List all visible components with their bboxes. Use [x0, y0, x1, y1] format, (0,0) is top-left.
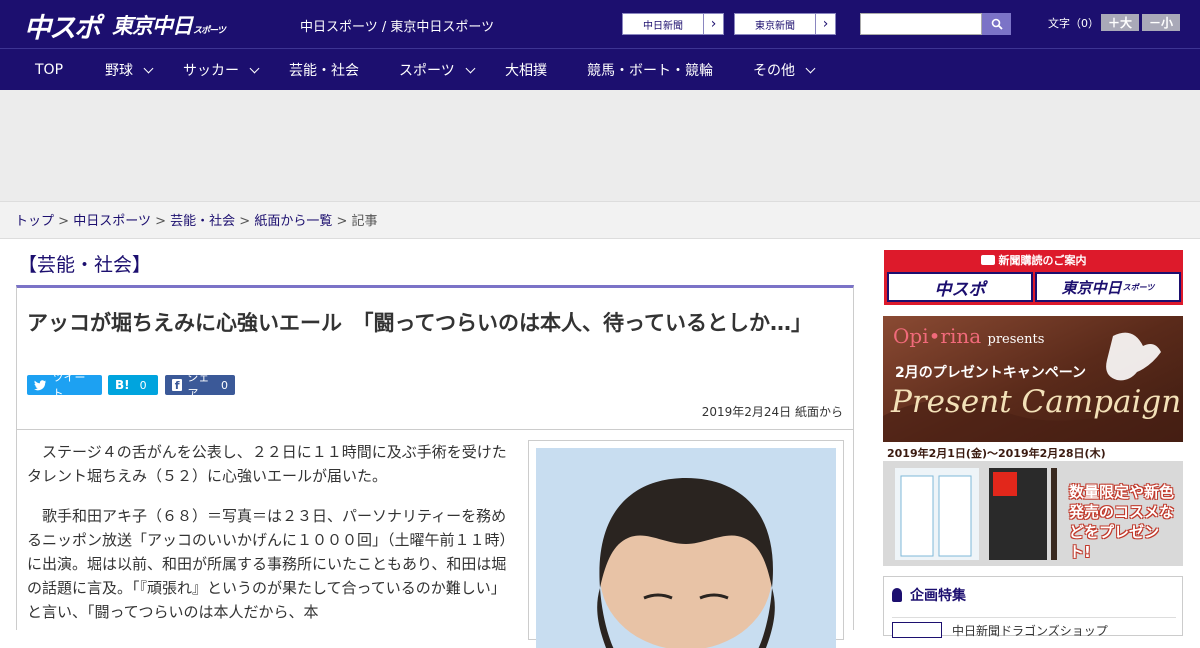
nav-label: 大相撲 — [505, 63, 547, 79]
chevron-down-icon — [805, 63, 816, 73]
article-photo[interactable] — [536, 448, 836, 648]
ad-big-heading: Present Campaign — [891, 384, 1182, 420]
nav-label: 野球 — [105, 63, 133, 79]
breadcrumb-separator: > — [155, 214, 166, 229]
hatena-label: B! — [115, 378, 130, 392]
breadcrumb-top[interactable]: トップ — [15, 214, 54, 229]
feature-heading: 企画特集 — [892, 585, 966, 605]
hatena-count: 0 — [139, 378, 147, 392]
chunichi-shimbun-link[interactable]: 中日新聞 › — [622, 13, 724, 35]
facebook-share-count: 0 — [221, 378, 228, 392]
tokyo-chunichi-logo-suffix: スポーツ — [193, 26, 226, 36]
breadcrumb-separator: > — [58, 214, 70, 229]
top-header: 中スポ 東京中日スポーツ 中日スポーツ / 東京中日スポーツ 中日新聞 › 東京… — [0, 0, 1200, 48]
site-title[interactable]: 中日スポーツ / 東京中日スポーツ — [300, 16, 494, 35]
nav-label: その他 — [753, 63, 795, 79]
breadcrumb-separator: > — [336, 214, 348, 229]
tweet-button[interactable]: ツイート — [27, 371, 102, 400]
ad-brand-name: Opi•rina — [893, 324, 982, 348]
ad-offer: 数量限定や新色発売のコスメなどをプレゼント! — [1069, 483, 1175, 561]
breadcrumb-separator: > — [239, 214, 251, 229]
feature-item[interactable]: 中日新聞ドラゴンズショップ — [892, 617, 1176, 638]
article-date: 2019年2月24日 紙面から — [701, 405, 843, 419]
chevron-right-icon: › — [815, 14, 835, 34]
font-size-label: 文字（0） — [1048, 17, 1099, 30]
subscription-heading-text: 新聞購読のご案内 — [998, 254, 1087, 267]
feature-heading-text: 企画特集 — [910, 588, 966, 604]
facebook-icon: f — [172, 379, 183, 392]
chevron-down-icon — [465, 63, 476, 73]
chunichi-sports-logo[interactable]: 中スポ — [24, 6, 101, 45]
search-button[interactable] — [982, 13, 1011, 35]
nav-item-top[interactable]: TOP — [35, 49, 63, 91]
breadcrumb-entertainment[interactable]: 芸能・社会 — [170, 214, 235, 229]
newspaper-icon — [980, 255, 995, 265]
tokyo-shimbun-label: 東京新聞 — [755, 20, 795, 32]
article-paragraph: 歌手和田アキ子（６８）＝写真＝は２３日、パーソナリティーを務めるニッポン放送「ア… — [27, 507, 508, 621]
tokyo-shimbun-link[interactable]: 東京新聞 › — [734, 13, 836, 35]
portrait-illustration — [536, 448, 836, 648]
nav-label: 競馬・ボート・競輪 — [587, 63, 713, 79]
breadcrumb-print-list[interactable]: 紙面から一覧 — [254, 214, 332, 229]
chevron-down-icon — [143, 63, 154, 73]
article-paragraph: ステージ４の舌がんを公表し、２２日に１１時間に及ぶ手術を受けたタレント堀ちえみ（… — [27, 443, 507, 485]
subscribe-tokyo-label: 東京中日 — [1061, 278, 1122, 297]
feature-item-label: 中日新聞ドラゴンズショップ — [952, 624, 1108, 638]
hatena-bookmark-button[interactable]: B! 0 — [108, 375, 158, 395]
ad-campaign-title: 2月のプレゼントキャンペーン — [895, 365, 1087, 381]
nav-item-sumo[interactable]: 大相撲 — [505, 49, 547, 91]
main-nav: TOP 野球 サッカー 芸能・社会 スポーツ 大相撲 競馬・ボート・競輪 その他 — [0, 48, 1200, 90]
search-icon — [991, 18, 1003, 30]
facebook-share-label: シェア — [187, 371, 210, 400]
nav-item-sports[interactable]: スポーツ — [399, 49, 476, 91]
breadcrumb: トップ > 中日スポーツ > 芸能・社会 > 紙面から一覧 > 記事 — [0, 201, 1200, 239]
ad-presents: presents — [987, 332, 1045, 347]
nav-label: スポーツ — [399, 63, 455, 79]
nav-item-racing[interactable]: 競馬・ボート・競輪 — [587, 49, 713, 91]
ribbon-icon — [892, 588, 902, 602]
article-header: アッコが堀ちえみに心強いエール 「闘ってつらいのは本人、待っているとしか…」 ツ… — [16, 285, 854, 430]
font-smaller-button[interactable]: －小 — [1142, 14, 1180, 31]
present-campaign-ad[interactable]: Opi•rina presents 2月のプレゼントキャンペーン Present… — [883, 316, 1183, 566]
tokyo-chunichi-logo-text: 東京中日 — [112, 14, 193, 38]
article-category: 【芸能・社会】 — [18, 254, 152, 276]
tokyo-chunichi-logo[interactable]: 東京中日スポーツ — [112, 10, 226, 40]
search-input[interactable] — [860, 13, 982, 35]
facebook-share-button[interactable]: f シェア 0 — [165, 371, 235, 400]
ad-banner-area — [0, 90, 1200, 201]
newspaper-subscription-box: 新聞購読のご案内 中スポ 東京中日 スポーツ — [884, 250, 1183, 305]
nav-item-soccer[interactable]: サッカー — [183, 49, 260, 91]
nav-item-entertainment[interactable]: 芸能・社会 — [289, 49, 359, 91]
nav-label: 芸能・社会 — [289, 63, 359, 79]
chevron-down-icon — [249, 63, 260, 73]
breadcrumb-chunichi-sports[interactable]: 中日スポーツ — [73, 214, 151, 229]
ad-brand: Opi•rina presents — [893, 324, 1044, 348]
tweet-label: ツイート — [52, 371, 86, 400]
nav-label: TOP — [35, 62, 64, 78]
subscribe-chunichi-sports-button[interactable]: 中スポ — [887, 272, 1033, 302]
nav-item-other[interactable]: その他 — [753, 49, 816, 91]
article-headline: アッコが堀ちえみに心強いエール 「闘ってつらいのは本人、待っているとしか…」 — [27, 311, 812, 335]
ad-dates: 2019年2月1日(金)〜2019年2月28日(木) — [887, 447, 1106, 460]
feature-section: 企画特集 中日新聞ドラゴンズショップ — [883, 576, 1183, 638]
nav-item-baseball[interactable]: 野球 — [105, 49, 154, 91]
dragons-shop-logo-icon — [892, 622, 942, 638]
twitter-bird-icon — [34, 379, 47, 390]
subscription-heading: 新聞購読のご案内 — [884, 252, 1183, 268]
chunichi-shimbun-label: 中日新聞 — [643, 20, 683, 32]
chevron-right-icon: › — [703, 14, 723, 34]
nav-label: サッカー — [183, 63, 239, 79]
font-larger-button[interactable]: ＋大 — [1101, 14, 1139, 31]
article-photo-frame — [528, 440, 844, 648]
subscribe-tokyo-suffix: スポーツ — [1122, 282, 1155, 292]
subscribe-tokyo-chunichi-button[interactable]: 東京中日 スポーツ — [1035, 272, 1181, 302]
breadcrumb-current: 記事 — [351, 214, 378, 229]
